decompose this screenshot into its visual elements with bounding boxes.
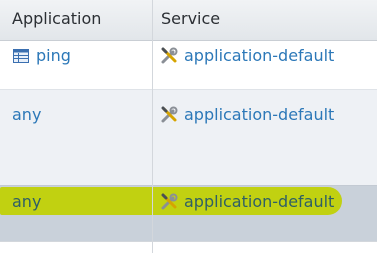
- application-cell[interactable]: ping: [12, 46, 71, 65]
- tools-icon: [160, 193, 178, 211]
- tools-icon: [160, 106, 178, 124]
- rules-table: Application Service ping application-def…: [0, 0, 377, 254]
- application-link[interactable]: any: [12, 192, 41, 211]
- table-row[interactable]: any application-default: [0, 89, 377, 186]
- table-icon: [12, 47, 30, 65]
- application-cell[interactable]: any: [12, 192, 41, 211]
- service-cell[interactable]: application-default: [160, 105, 334, 124]
- application-cell[interactable]: any: [12, 105, 41, 124]
- tools-icon: [160, 47, 178, 65]
- service-cell[interactable]: application-default: [160, 192, 334, 211]
- table-header: Application Service: [0, 0, 377, 41]
- column-divider: [152, 0, 153, 253]
- column-header-application[interactable]: Application: [12, 9, 101, 28]
- table-row[interactable]: [0, 241, 377, 254]
- column-header-service[interactable]: Service: [161, 9, 220, 28]
- service-link[interactable]: application-default: [184, 105, 334, 124]
- table-row[interactable]: ping application-default: [0, 41, 377, 89]
- application-link[interactable]: ping: [36, 46, 71, 65]
- application-link[interactable]: any: [12, 105, 41, 124]
- service-link[interactable]: application-default: [184, 46, 334, 65]
- service-link[interactable]: application-default: [184, 192, 334, 211]
- service-cell[interactable]: application-default: [160, 46, 334, 65]
